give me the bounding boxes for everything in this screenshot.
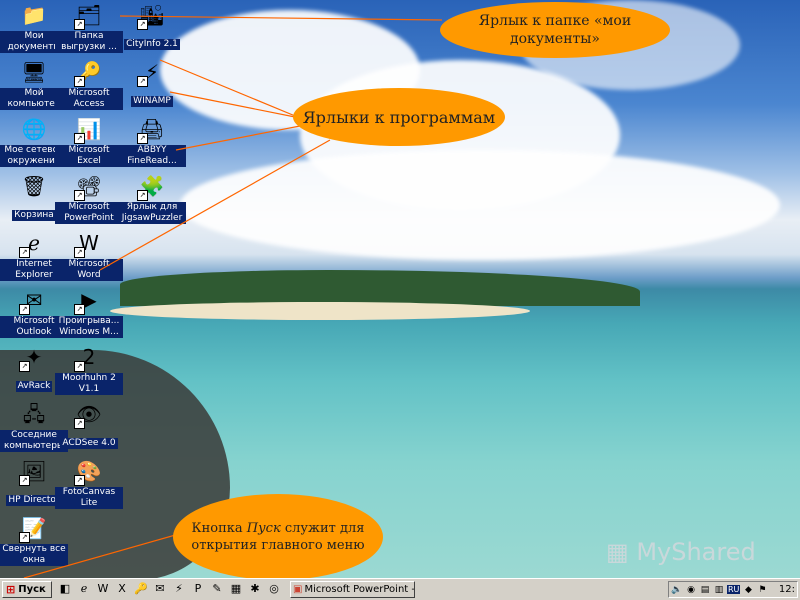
access-icon[interactable]: 🔑 xyxy=(134,582,148,596)
callout-my-documents: Ярлык к папке «мои документы» xyxy=(440,2,670,58)
quicklaunch-icon[interactable]: ◧ xyxy=(58,582,72,596)
excel-icon[interactable]: X xyxy=(115,582,129,596)
callout-docs-text: Ярлык к папке «мои документы» xyxy=(478,13,632,47)
arrow-word xyxy=(99,139,331,271)
language-indicator[interactable]: RU xyxy=(727,585,741,594)
callout-programs: Ярлыки к программам xyxy=(293,88,505,146)
start-label: Пуск xyxy=(18,584,46,595)
acdsee-icon[interactable]: ◎ xyxy=(267,582,281,596)
tools-icon[interactable]: ✎ xyxy=(210,582,224,596)
callout-start-button: Кнопка Пуск служит для открытия главного… xyxy=(173,494,383,578)
arrow-docs xyxy=(119,15,443,21)
callout-start-text: Кнопка Пуск служит для открытия главного… xyxy=(191,521,365,553)
callout-programs-text: Ярлыки к программам xyxy=(302,107,496,127)
volume-icon[interactable]: 🔈 xyxy=(671,584,683,596)
abbyy-icon[interactable]: ▦ xyxy=(229,582,243,596)
word-icon[interactable]: W xyxy=(96,582,110,596)
outlook-icon[interactable]: ✉ xyxy=(153,582,167,596)
tray-app-icon[interactable]: ▤ xyxy=(699,584,711,596)
task-button-powerpoint[interactable]: ▣ Microsoft PowerPoint - [о... xyxy=(290,581,415,598)
arrow-abbyy xyxy=(175,125,301,151)
powerpoint-icon[interactable]: P xyxy=(191,582,205,596)
ie-icon[interactable]: ℯ xyxy=(77,582,91,596)
system-tray: 🔈 ◉ ▤ ▥ RU ◆ ⚑ 12: xyxy=(668,581,798,598)
callout-arrows xyxy=(23,15,443,578)
arrow-winamp xyxy=(159,59,301,119)
clock[interactable]: 12: xyxy=(779,584,797,595)
start-button[interactable]: ⊞ Пуск xyxy=(2,581,52,598)
tray-app-icon[interactable]: ◆ xyxy=(742,584,754,596)
taskbar: ⊞ Пуск ◧ ℯ W X 🔑 ✉ ⚡ P ✎ ▦ ✱ ◎ ▣ Microsoft PowerPoi… xyxy=(0,578,800,600)
watermark: ▦ MyShared xyxy=(606,538,756,566)
task-button-label: Microsoft PowerPoint - [о... xyxy=(304,584,415,595)
tray-app-icon[interactable]: ▥ xyxy=(713,584,725,596)
desktop: 📁 Мои документы 🗂 ↗ Папка выгрузки ... 🏙 ↗ City… xyxy=(0,0,800,578)
puzzle-icon[interactable]: ✱ xyxy=(248,582,262,596)
winamp-icon[interactable]: ⚡ xyxy=(172,582,186,596)
powerpoint-icon: ▣ xyxy=(293,584,303,595)
watermark-text: MyShared xyxy=(636,538,756,566)
windows-logo-icon: ⊞ xyxy=(6,583,16,596)
tray-app-icon[interactable]: ◉ xyxy=(685,584,697,596)
arrow-access xyxy=(169,91,301,119)
tray-app-icon[interactable]: ⚑ xyxy=(756,584,768,596)
